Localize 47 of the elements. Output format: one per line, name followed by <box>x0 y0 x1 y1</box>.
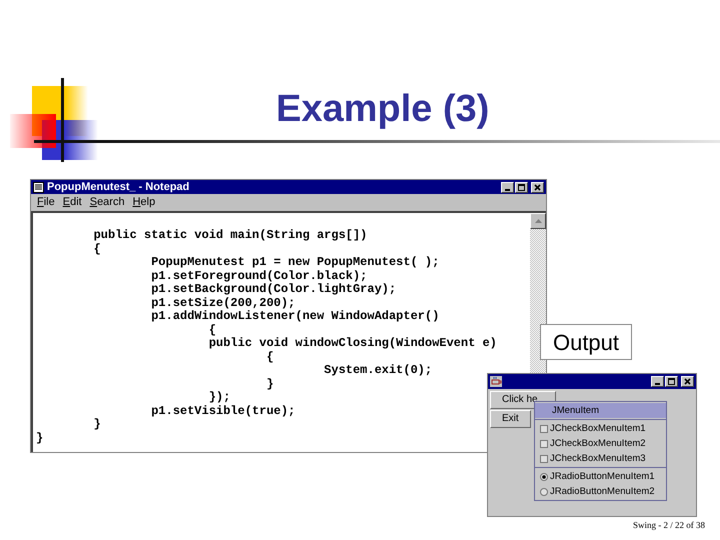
output-label: Output <box>540 324 632 360</box>
code-line: p1.setVisible(true); <box>150 404 296 418</box>
code-line: { <box>208 324 216 337</box>
minimize-icon <box>505 188 510 190</box>
menu-item[interactable]: Search <box>90 197 125 208</box>
close-icon <box>683 377 692 386</box>
code-line: { <box>92 242 101 256</box>
code-line: PopupMenutest p1 = new PopupMenutest( ); <box>150 256 440 270</box>
slide-title: Example (3) <box>276 90 490 128</box>
code-line: System.exit(0); <box>323 364 432 378</box>
minimize-icon <box>655 383 660 385</box>
minimize-button[interactable] <box>501 182 514 192</box>
maximize-icon <box>517 182 526 192</box>
slide-footer: Swing - 2 / 22 of 38 <box>633 519 705 532</box>
code-line: public static void main(String args[]) <box>92 229 368 242</box>
code-line: p1.setForeground(Color.black); <box>150 270 368 283</box>
code-line: p1.addWindowListener(new WindowAdapter() <box>150 310 440 324</box>
close-icon <box>533 182 542 192</box>
notepad-icon <box>33 182 44 192</box>
maximize-button[interactable] <box>665 376 678 387</box>
code-line: } <box>265 378 274 391</box>
code-line: p1.setBackground(Color.lightGray); <box>150 283 396 296</box>
close-button[interactable] <box>681 376 694 387</box>
menu-item[interactable]: Edit <box>62 197 82 208</box>
scroll-up-button[interactable] <box>530 213 546 229</box>
menu-item[interactable]: File <box>37 197 55 208</box>
menu-item[interactable]: Help <box>132 197 156 208</box>
code-line: } <box>36 432 44 445</box>
menu-item[interactable]: JCheckBoxMenuItem2 <box>535 436 666 451</box>
maximize-button[interactable] <box>515 182 528 192</box>
java-cup-icon <box>490 376 502 387</box>
menu-item[interactable]: JRadioButtonMenuItem1 <box>535 469 666 484</box>
window-title: PopupMenutest_ - Notepad <box>47 182 190 192</box>
code-line: p1.setSize(200,200); <box>150 296 296 310</box>
up-arrow-icon <box>534 219 542 223</box>
exit-button[interactable]: Exit <box>490 410 531 428</box>
code-line: public void windowClosing(WindowEvent e) <box>208 337 497 350</box>
close-button[interactable] <box>531 182 544 192</box>
code-line: }); <box>208 391 230 404</box>
menu-item[interactable]: JRadioButtonMenuItem2 <box>535 484 666 499</box>
menu-item[interactable]: JCheckBoxMenuItem3 <box>535 451 666 466</box>
menu-item[interactable]: JMenuItem <box>535 403 666 418</box>
menu-item[interactable]: JCheckBoxMenuItem1 <box>535 421 666 436</box>
minimize-button[interactable] <box>651 376 664 387</box>
code-line: } <box>92 418 101 432</box>
maximize-icon <box>667 377 676 386</box>
code-line: { <box>265 350 274 364</box>
